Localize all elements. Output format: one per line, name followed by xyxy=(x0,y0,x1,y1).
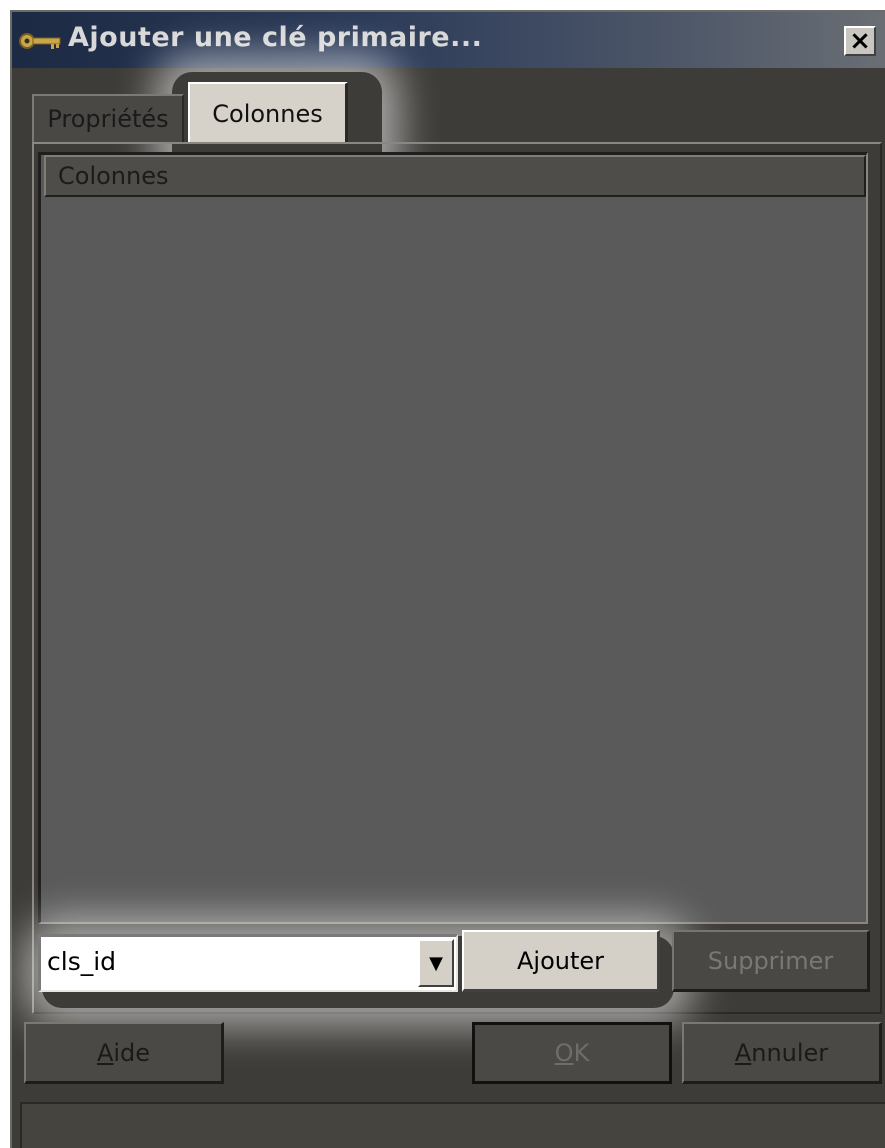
ok-mnemonic: O xyxy=(554,1039,574,1067)
chevron-down-icon: ▼ xyxy=(429,952,443,974)
tab-proprietes[interactable]: Propriétés xyxy=(32,94,184,142)
add-button[interactable]: Ajouter xyxy=(462,930,660,992)
ok-button[interactable]: OK xyxy=(472,1022,672,1084)
close-icon: × xyxy=(849,26,871,56)
tab-colonnes[interactable]: Colonnes xyxy=(188,82,348,144)
close-button[interactable]: × xyxy=(844,26,876,56)
help-label: ide xyxy=(113,1038,151,1067)
title-bar[interactable]: Ajouter une clé primaire... × xyxy=(12,12,885,68)
dialog-window: Ajouter une clé primaire... × Propriétés… xyxy=(10,10,885,1148)
delete-button[interactable]: Supprimer xyxy=(672,930,870,992)
cancel-mnemonic: A xyxy=(734,1038,752,1067)
help-mnemonic: A xyxy=(96,1038,114,1067)
cancel-label: nnuler xyxy=(751,1038,829,1067)
columns-listbox[interactable]: Colonnes xyxy=(38,152,868,924)
column-select-value: cls_id xyxy=(47,947,117,976)
dropdown-button[interactable]: ▼ xyxy=(418,939,454,987)
column-select[interactable]: cls_id ▼ xyxy=(38,934,458,992)
help-button[interactable]: Aide xyxy=(24,1022,224,1084)
dialog-title: Ajouter une clé primaire... xyxy=(68,22,483,53)
tab-strip: Propriétés Colonnes xyxy=(12,68,885,148)
status-bar xyxy=(20,1102,885,1148)
cancel-button[interactable]: Annuler xyxy=(682,1022,882,1084)
key-icon xyxy=(19,33,61,49)
list-header-colonnes[interactable]: Colonnes xyxy=(44,155,866,197)
ok-label: K xyxy=(573,1039,590,1067)
